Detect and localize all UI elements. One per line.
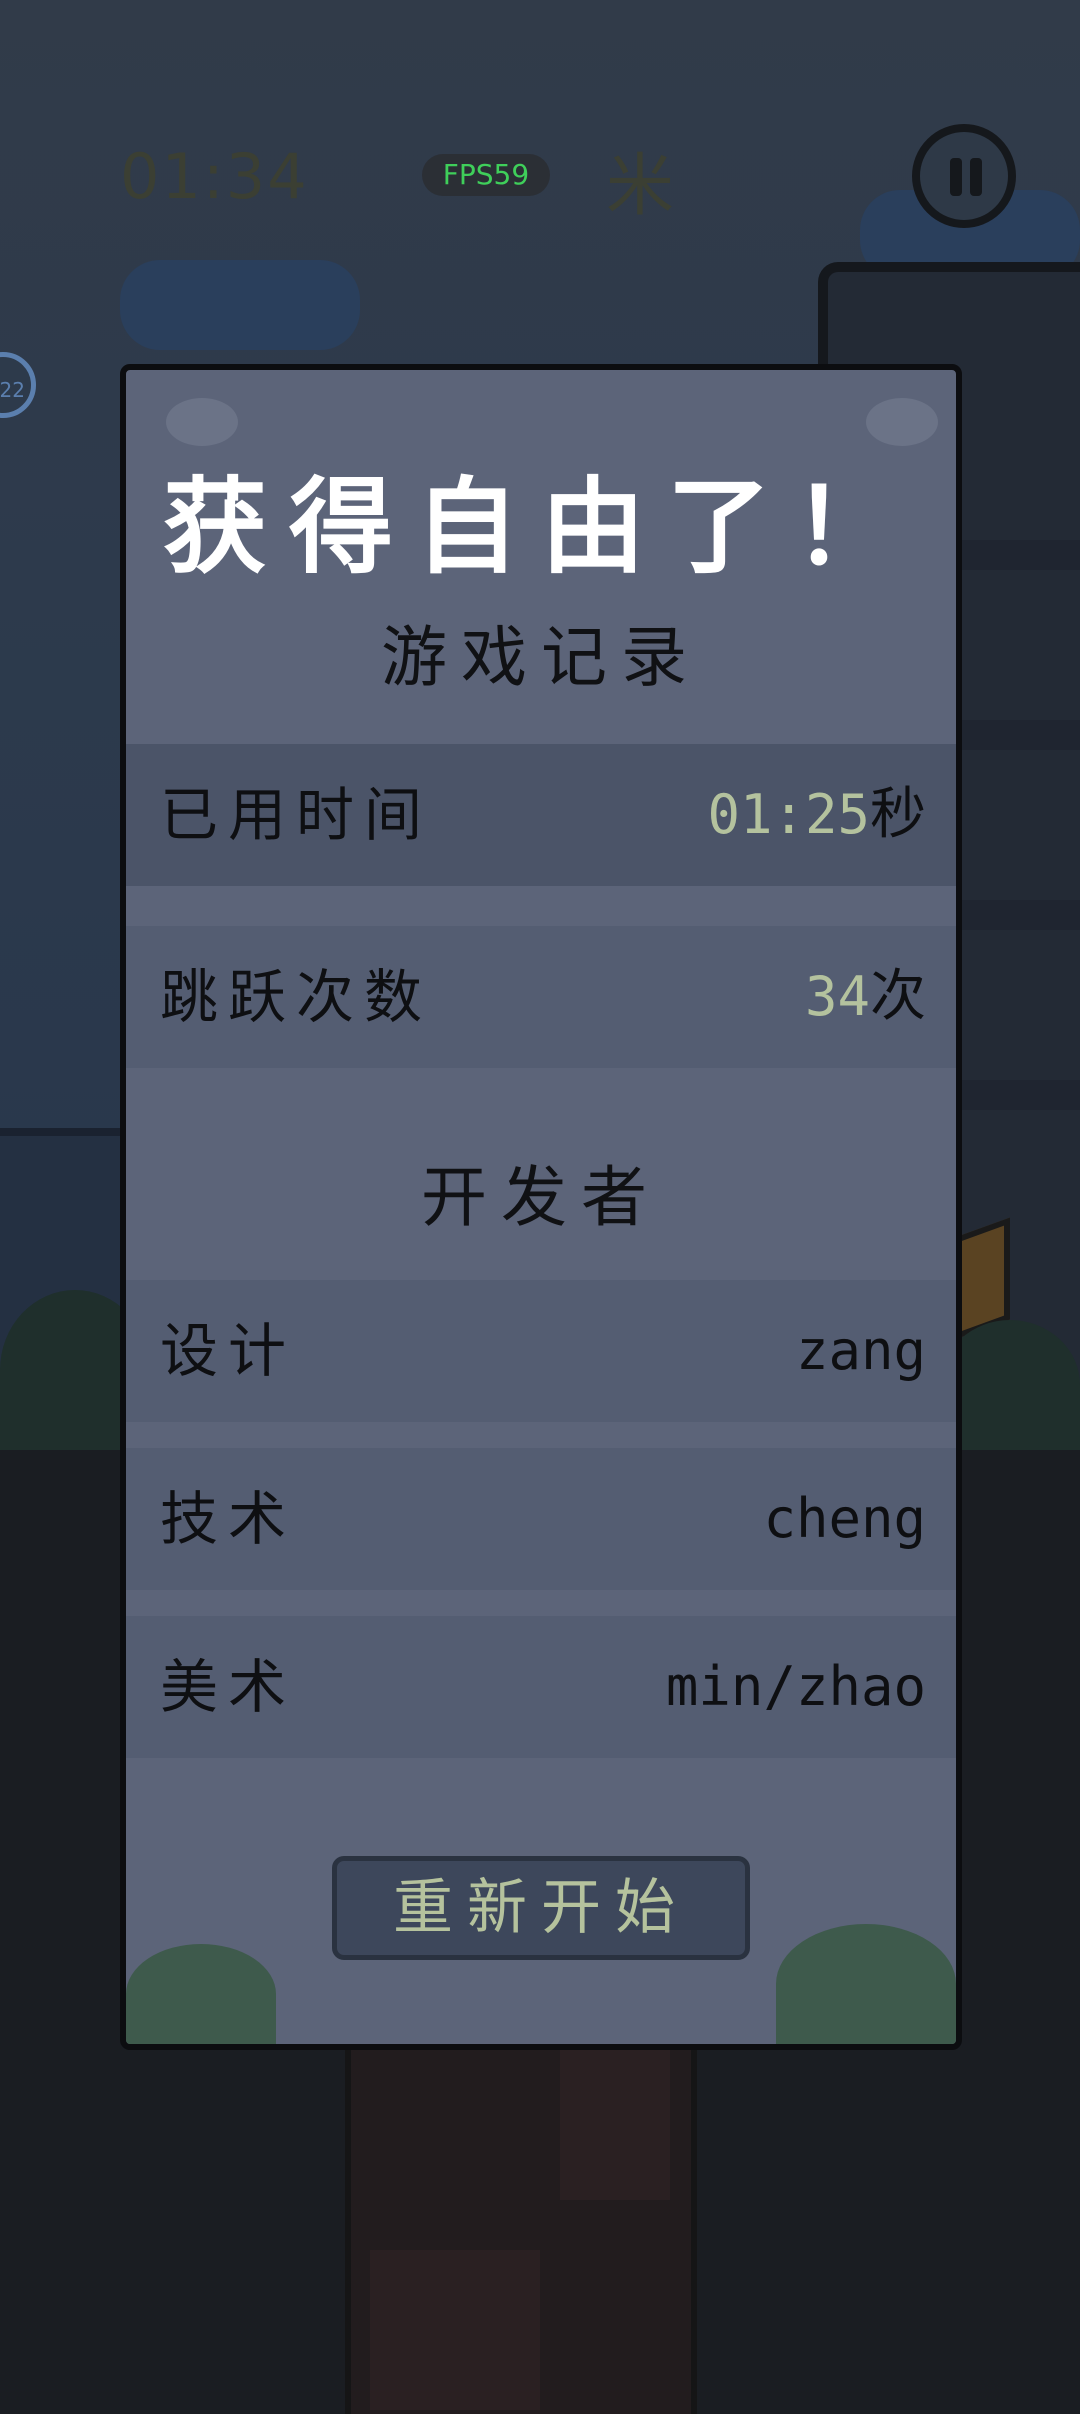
record-row-time: 已用时间 01:25秒 — [126, 744, 956, 886]
record-value: 01:25秒 — [707, 744, 926, 886]
grass-decoration — [776, 1924, 956, 2044]
restart-button[interactable]: 重新开始 — [332, 1856, 750, 1960]
record-value: 34次 — [805, 926, 926, 1068]
record-row-jumps: 跳跃次数 34次 — [126, 926, 956, 1068]
developer-name: zang — [795, 1319, 926, 1382]
record-label: 已用时间 — [160, 781, 433, 849]
corner-decoration — [866, 398, 938, 446]
pit-brick — [370, 2250, 540, 2410]
cloud — [120, 260, 360, 350]
developer-name: cheng — [763, 1487, 926, 1550]
developer-row-design: 设计 zang — [126, 1280, 956, 1422]
hud-timer: 01:34 — [120, 140, 309, 213]
fps-counter: FPS59 — [422, 154, 550, 196]
developer-name: min/zhao — [665, 1655, 926, 1718]
result-dialog: 获得自由了！ 游戏记录 已用时间 01:25秒 跳跃次数 34次 开发者 设计 … — [120, 364, 962, 2050]
developer-role: 美术 — [160, 1653, 297, 1721]
developer-role: 设计 — [160, 1317, 297, 1385]
corner-decoration — [166, 398, 238, 446]
record-unit: 秒 — [870, 782, 926, 847]
pit-brick — [560, 2040, 670, 2200]
developer-section-title: 开发者 — [421, 1159, 661, 1236]
record-label: 跳跃次数 — [160, 963, 433, 1031]
record-number: 34 — [804, 965, 870, 1028]
pause-button[interactable] — [912, 124, 1016, 228]
record-unit: 次 — [870, 964, 926, 1029]
dialog-title: 获得自由了！ — [162, 466, 919, 588]
developer-row-tech: 技术 cheng — [126, 1448, 956, 1590]
record-section-title: 游戏记录 — [381, 619, 701, 696]
hud-distance: 米 — [606, 147, 675, 226]
grass-decoration — [126, 1944, 276, 2044]
developer-row-art: 美术 min/zhao — [126, 1616, 956, 1758]
record-number: 01:25 — [707, 783, 870, 846]
developer-role: 技术 — [160, 1485, 297, 1553]
